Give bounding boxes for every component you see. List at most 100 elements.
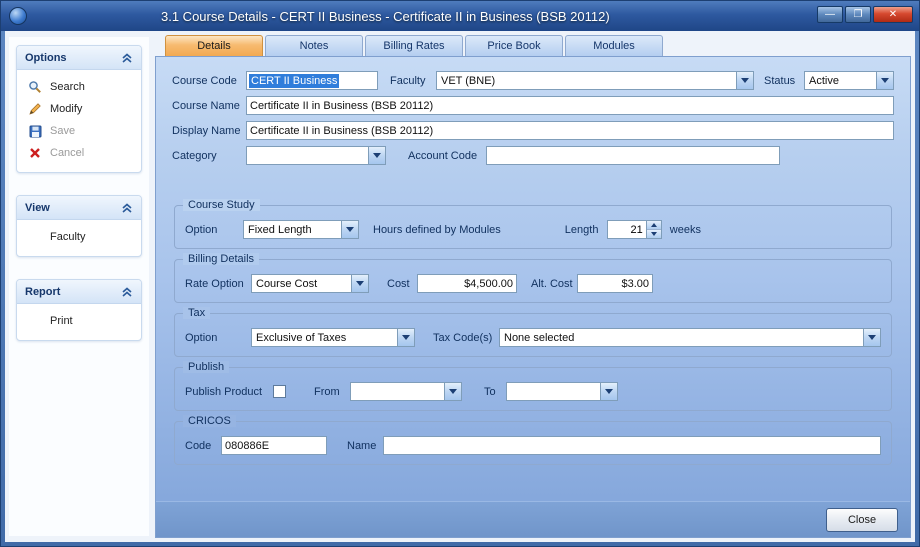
tax-option-label: Option xyxy=(185,332,251,344)
collapse-chevron-icon[interactable] xyxy=(121,52,133,64)
course-study-option-dropdown[interactable]: Fixed Length xyxy=(243,220,359,239)
account-code-input[interactable] xyxy=(486,146,780,165)
alt-cost-input[interactable] xyxy=(577,274,653,293)
weeks-suffix: weeks xyxy=(670,224,701,236)
sidebar-item-label: Modify xyxy=(50,103,82,115)
sidebar-item-label: Cancel xyxy=(50,147,84,159)
publish-from-label: From xyxy=(314,386,350,398)
course-code-input[interactable]: CERT II Business xyxy=(246,71,378,90)
chevron-down-icon[interactable] xyxy=(397,329,414,346)
collapse-chevron-icon[interactable] xyxy=(121,202,133,214)
publish-group-title: Publish xyxy=(183,361,229,373)
cricos-group-title: CRICOS xyxy=(183,415,236,427)
window-title: 3.1 Course Details - CERT II Business - … xyxy=(161,9,610,24)
chevron-down-icon[interactable] xyxy=(351,275,368,292)
sidebar-group-view: View Faculty xyxy=(16,195,142,257)
details-panel: Course Code CERT II Business Faculty VET… xyxy=(155,56,911,538)
course-study-option-label: Option xyxy=(185,224,243,236)
tab-strip: Details Notes Billing Rates Price Book M… xyxy=(155,35,911,56)
sidebar-item-faculty[interactable]: Faculty xyxy=(17,226,141,248)
course-name-label: Course Name xyxy=(172,100,246,112)
sidebar-item-label: Print xyxy=(50,315,73,327)
sidebar-group-options-header[interactable]: Options xyxy=(17,46,141,70)
close-window-button[interactable]: ✕ xyxy=(873,6,913,23)
chevron-down-icon[interactable] xyxy=(600,383,617,400)
sidebar-group-options: Options Search xyxy=(16,45,142,173)
sidebar-item-print[interactable]: Print xyxy=(17,310,141,332)
rate-option-dropdown[interactable]: Course Cost xyxy=(251,274,369,293)
cricos-code-input[interactable] xyxy=(221,436,327,455)
length-spinner[interactable] xyxy=(607,220,662,239)
chevron-down-icon[interactable] xyxy=(368,147,385,164)
chevron-down-icon[interactable] xyxy=(444,383,461,400)
collapse-chevron-icon[interactable] xyxy=(121,286,133,298)
chevron-down-icon[interactable] xyxy=(876,72,893,89)
footer-bar: Close xyxy=(156,501,910,537)
sidebar-group-report-header[interactable]: Report xyxy=(17,280,141,304)
course-study-option-value: Fixed Length xyxy=(244,224,341,236)
sidebar-item-search[interactable]: Search xyxy=(17,76,141,98)
spin-down-icon[interactable] xyxy=(647,229,661,238)
chevron-down-icon[interactable] xyxy=(341,221,358,238)
display-name-input[interactable] xyxy=(246,121,894,140)
title-bar: 3.1 Course Details - CERT II Business - … xyxy=(1,1,919,31)
publish-to-dropdown[interactable] xyxy=(506,382,618,401)
tax-group: Tax Option Exclusive of Taxes Tax Code(s… xyxy=(174,313,892,357)
sidebar-group-title: Options xyxy=(25,52,67,64)
spin-up-icon[interactable] xyxy=(647,221,661,229)
faculty-dropdown[interactable]: VET (BNE) xyxy=(436,71,754,90)
publish-product-label: Publish Product xyxy=(185,386,273,398)
faculty-label: Faculty xyxy=(390,75,436,87)
category-dropdown[interactable] xyxy=(246,146,386,165)
save-icon xyxy=(27,123,43,139)
sidebar: Options Search xyxy=(9,37,149,536)
cricos-name-label: Name xyxy=(347,440,383,452)
publish-group: Publish Publish Product From To xyxy=(174,367,892,411)
cricos-name-input[interactable] xyxy=(383,436,881,455)
close-button[interactable]: Close xyxy=(826,508,898,532)
course-name-input[interactable] xyxy=(246,96,894,115)
sidebar-group-view-header[interactable]: View xyxy=(17,196,141,220)
sidebar-item-save[interactable]: Save xyxy=(17,120,141,142)
sidebar-item-cancel[interactable]: Cancel xyxy=(17,142,141,164)
publish-to-label: To xyxy=(484,386,506,398)
status-dropdown[interactable]: Active xyxy=(804,71,894,90)
tab-modules[interactable]: Modules xyxy=(565,35,663,56)
length-input[interactable] xyxy=(608,221,646,238)
tax-codes-value: None selected xyxy=(500,332,863,344)
details-form: Course Code CERT II Business Faculty VET… xyxy=(156,57,910,501)
tax-codes-label: Tax Code(s) xyxy=(433,332,499,344)
tax-option-value: Exclusive of Taxes xyxy=(252,332,397,344)
tax-codes-dropdown[interactable]: None selected xyxy=(499,328,881,347)
status-label: Status xyxy=(764,75,804,87)
publish-product-checkbox[interactable] xyxy=(273,385,286,398)
category-label: Category xyxy=(172,150,246,162)
hours-defined-note: Hours defined by Modules xyxy=(373,224,501,236)
maximize-button[interactable]: ❐ xyxy=(845,6,871,23)
tax-option-dropdown[interactable]: Exclusive of Taxes xyxy=(251,328,415,347)
tab-notes[interactable]: Notes xyxy=(265,35,363,56)
publish-from-dropdown[interactable] xyxy=(350,382,462,401)
tab-details[interactable]: Details xyxy=(165,35,263,56)
sidebar-group-title: Report xyxy=(25,286,60,298)
sidebar-item-modify[interactable]: Modify xyxy=(17,98,141,120)
chevron-down-icon[interactable] xyxy=(863,329,880,346)
course-study-group: Course Study Option Fixed Length Hours d… xyxy=(174,205,892,249)
search-icon xyxy=(27,79,43,95)
main-area: Details Notes Billing Rates Price Book M… xyxy=(155,35,911,538)
cricos-group: CRICOS Code Name xyxy=(174,421,892,465)
minimize-button[interactable]: — xyxy=(817,6,843,23)
billing-details-group-title: Billing Details xyxy=(183,253,259,265)
sidebar-group-report: Report Print xyxy=(16,279,142,341)
alt-cost-label: Alt. Cost xyxy=(531,278,577,290)
length-label: Length xyxy=(565,224,607,236)
sidebar-item-label: Save xyxy=(50,125,75,137)
display-name-label: Display Name xyxy=(172,125,246,137)
chevron-down-icon[interactable] xyxy=(736,72,753,89)
billing-details-group: Billing Details Rate Option Course Cost … xyxy=(174,259,892,303)
course-code-selected-text: CERT II Business xyxy=(249,74,339,88)
cost-input[interactable] xyxy=(417,274,517,293)
cancel-icon xyxy=(27,145,43,161)
tab-price-book[interactable]: Price Book xyxy=(465,35,563,56)
tab-billing-rates[interactable]: Billing Rates xyxy=(365,35,463,56)
